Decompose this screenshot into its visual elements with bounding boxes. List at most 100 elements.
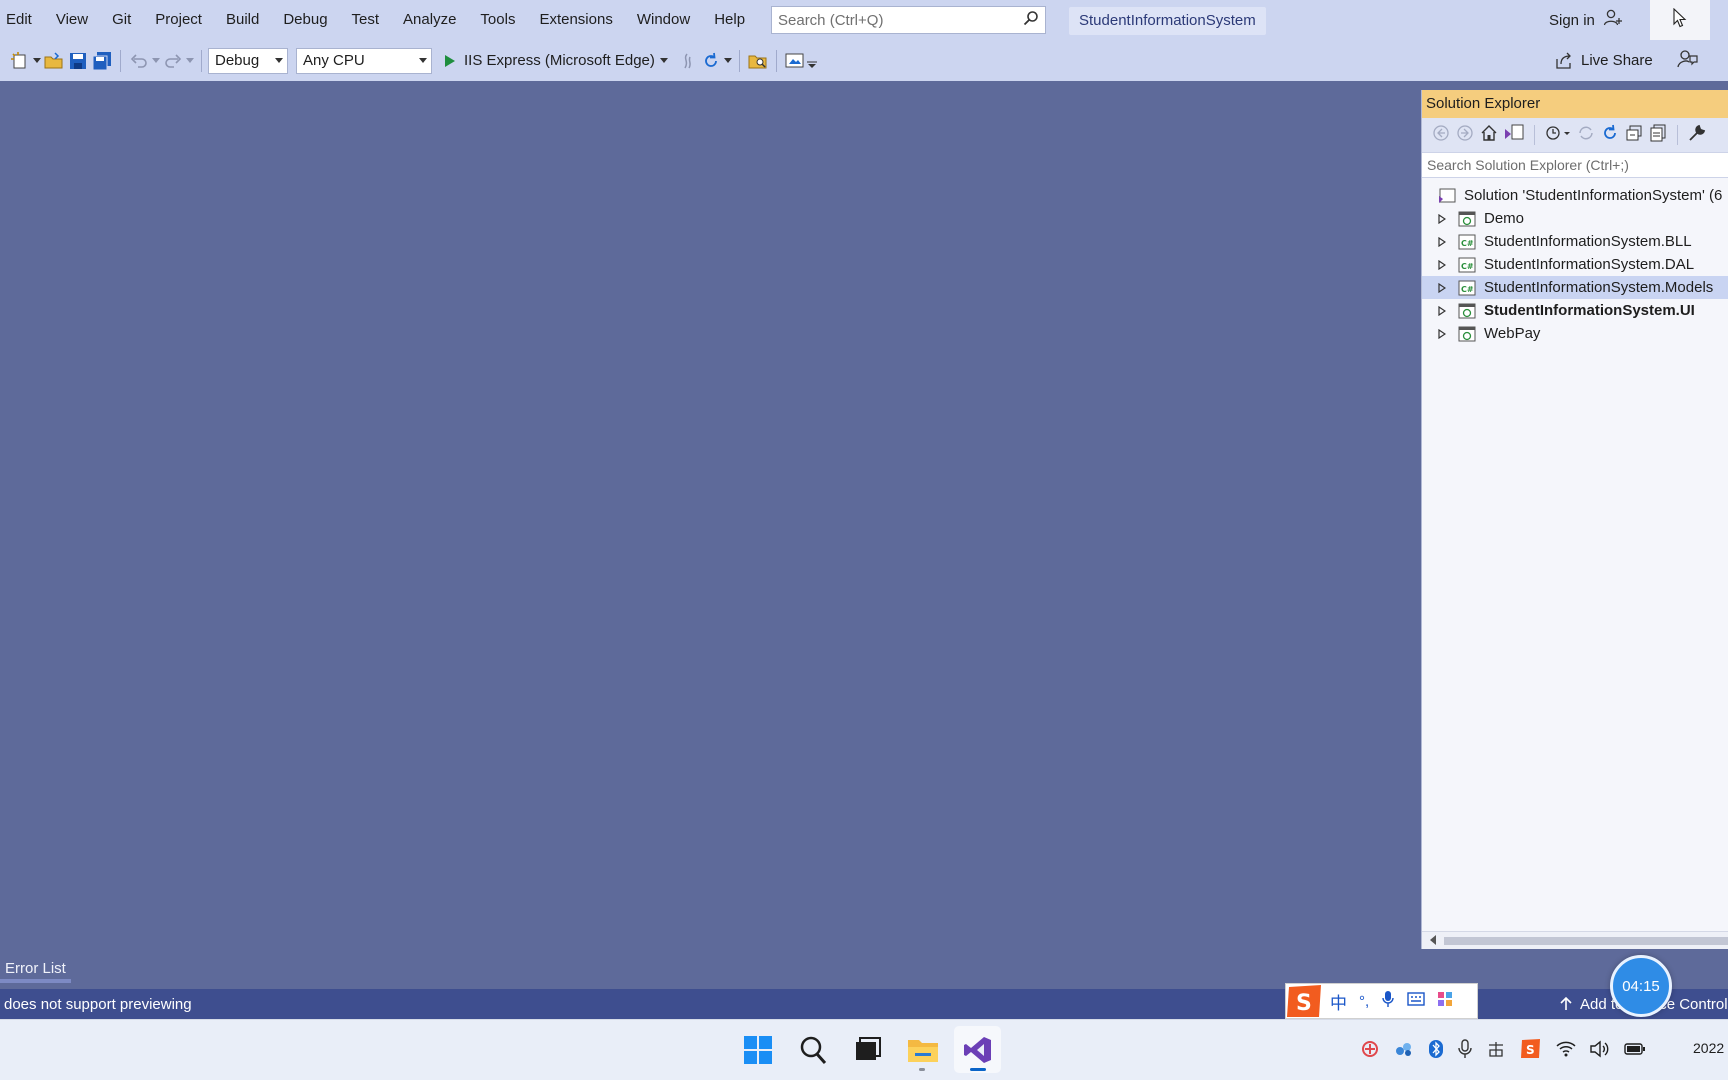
start-debugging-button[interactable]: IIS Express (Microsoft Edge)	[440, 52, 659, 69]
tray-app-network-icon[interactable]	[1394, 1039, 1414, 1063]
visual-studio-button[interactable]	[954, 1026, 1001, 1073]
project-node-demo[interactable]: Demo	[1422, 207, 1728, 230]
chevron-down-icon	[419, 58, 427, 63]
save-icon[interactable]	[66, 49, 90, 73]
expand-arrow-icon[interactable]	[1434, 303, 1450, 319]
input-method-icon[interactable]	[1486, 1039, 1506, 1063]
volume-icon[interactable]	[1590, 1040, 1610, 1062]
microphone-icon[interactable]	[1381, 990, 1395, 1012]
project-node-bll[interactable]: C# StudentInformationSystem.BLL	[1422, 230, 1728, 253]
search-icon	[1023, 10, 1039, 30]
punctuation-icon[interactable]: °,	[1359, 993, 1369, 1010]
taskbar-apps	[734, 1026, 1001, 1073]
back-icon[interactable]	[1432, 124, 1450, 146]
expand-arrow-icon[interactable]	[1434, 234, 1450, 250]
platform-dropdown[interactable]: Any CPU	[296, 47, 432, 74]
standard-toolbar: Debug Any CPU IIS Express (Microsoft Edg…	[0, 40, 1728, 81]
feedback-icon[interactable]	[1676, 48, 1698, 74]
solution-explorer-search-input[interactable]: Search Solution Explorer (Ctrl+;)	[1422, 152, 1728, 178]
skin-palette-icon[interactable]	[1437, 991, 1453, 1011]
switch-views-icon[interactable]	[1504, 124, 1524, 146]
bluetooth-icon[interactable]	[1428, 1039, 1444, 1063]
menu-help[interactable]: Help	[702, 0, 757, 40]
open-folder-icon[interactable]	[42, 49, 66, 73]
chevron-down-icon	[275, 58, 283, 63]
refresh-icon[interactable]	[699, 49, 723, 73]
project-node-ui[interactable]: StudentInformationSystem.UI	[1422, 299, 1728, 322]
menu-test[interactable]: Test	[340, 0, 392, 40]
task-view-icon	[855, 1036, 881, 1060]
menu-window[interactable]: Window	[625, 0, 702, 40]
toolbar-divider	[1534, 125, 1535, 145]
battery-icon[interactable]	[1624, 1042, 1646, 1060]
timer-bubble[interactable]: 04:15	[1610, 955, 1672, 1017]
expand-arrow-icon[interactable]	[1434, 326, 1450, 342]
ime-language-indicator[interactable]: 中	[1330, 989, 1347, 1014]
redo-icon[interactable]	[161, 49, 185, 73]
menu-view[interactable]: View	[44, 0, 100, 40]
scroll-left-icon[interactable]	[1430, 932, 1436, 949]
menu-build[interactable]: Build	[214, 0, 271, 40]
chevron-down-icon[interactable]	[185, 49, 195, 73]
save-all-icon[interactable]	[90, 49, 114, 73]
live-share-label: Live Share	[1581, 52, 1653, 69]
menu-tools[interactable]: Tools	[468, 0, 527, 40]
menu-analyze[interactable]: Analyze	[391, 0, 468, 40]
properties-wrench-icon[interactable]	[1688, 124, 1706, 146]
csharp-project-icon: C#	[1458, 234, 1476, 250]
menu-debug[interactable]: Debug	[271, 0, 339, 40]
task-view-button[interactable]	[844, 1026, 891, 1073]
hot-reload-icon[interactable]	[675, 49, 699, 73]
menu-extensions[interactable]: Extensions	[527, 0, 624, 40]
horizontal-scrollbar[interactable]	[1422, 931, 1728, 949]
chevron-down-icon[interactable]	[151, 49, 161, 73]
collapse-all-icon[interactable]	[1625, 124, 1643, 146]
sogou-logo-icon[interactable]: S	[1285, 983, 1325, 1019]
project-node-models[interactable]: C# StudentInformationSystem.Models	[1422, 276, 1728, 299]
refresh-icon[interactable]	[1601, 124, 1619, 146]
file-explorer-button[interactable]	[899, 1026, 946, 1073]
chevron-down-icon[interactable]	[723, 49, 733, 73]
scrollbar-thumb[interactable]	[1444, 937, 1728, 945]
expand-arrow-icon[interactable]	[1434, 211, 1450, 227]
play-icon	[445, 54, 455, 67]
error-list-tab[interactable]: Error List	[0, 955, 71, 983]
sogou-tray-icon[interactable]: S	[1520, 1038, 1542, 1064]
solution-explorer-title[interactable]: Solution Explorer	[1422, 90, 1728, 118]
clock-date[interactable]: 2022	[1693, 1040, 1724, 1056]
sync-icon[interactable]	[1577, 124, 1595, 146]
menu-edit[interactable]: Edit	[0, 0, 44, 40]
web-project-icon	[1458, 303, 1476, 319]
folder-icon	[907, 1039, 938, 1062]
arrow-up-icon	[1560, 997, 1572, 1010]
pending-changes-icon[interactable]	[1545, 124, 1571, 146]
menu-git[interactable]: Git	[100, 0, 143, 40]
toolbar-overflow-icon[interactable]	[806, 53, 817, 77]
microphone-icon[interactable]	[1458, 1038, 1472, 1063]
start-button[interactable]	[734, 1026, 781, 1073]
chevron-down-icon[interactable]	[659, 49, 669, 73]
wifi-icon[interactable]	[1556, 1041, 1576, 1061]
sign-in-button[interactable]: Sign in	[1549, 0, 1623, 40]
configuration-dropdown[interactable]: Debug	[208, 47, 288, 74]
taskbar-search-button[interactable]	[789, 1026, 836, 1073]
expand-arrow-icon[interactable]	[1434, 257, 1450, 273]
project-node-webpay[interactable]: WebPay	[1422, 322, 1728, 345]
home-icon[interactable]	[1480, 124, 1498, 146]
search-input[interactable]: Search (Ctrl+Q)	[771, 6, 1046, 34]
window-control-button[interactable]	[1650, 0, 1710, 40]
tray-app-red-icon[interactable]	[1360, 1039, 1380, 1063]
project-node-dal[interactable]: C# StudentInformationSystem.DAL	[1422, 253, 1728, 276]
browser-link-icon[interactable]	[783, 49, 807, 73]
forward-icon[interactable]	[1456, 124, 1474, 146]
chevron-down-icon[interactable]	[32, 49, 42, 73]
expand-arrow-icon[interactable]	[1434, 280, 1450, 296]
keyboard-icon[interactable]	[1407, 992, 1425, 1010]
solution-root-node[interactable]: Solution 'StudentInformationSystem' (6	[1422, 184, 1728, 207]
find-in-files-icon[interactable]	[746, 49, 770, 73]
show-all-files-icon[interactable]	[1649, 124, 1667, 146]
menu-project[interactable]: Project	[143, 0, 214, 40]
new-project-icon[interactable]	[8, 49, 32, 73]
live-share-button[interactable]: Live Share	[1555, 40, 1653, 81]
undo-icon[interactable]	[127, 49, 151, 73]
